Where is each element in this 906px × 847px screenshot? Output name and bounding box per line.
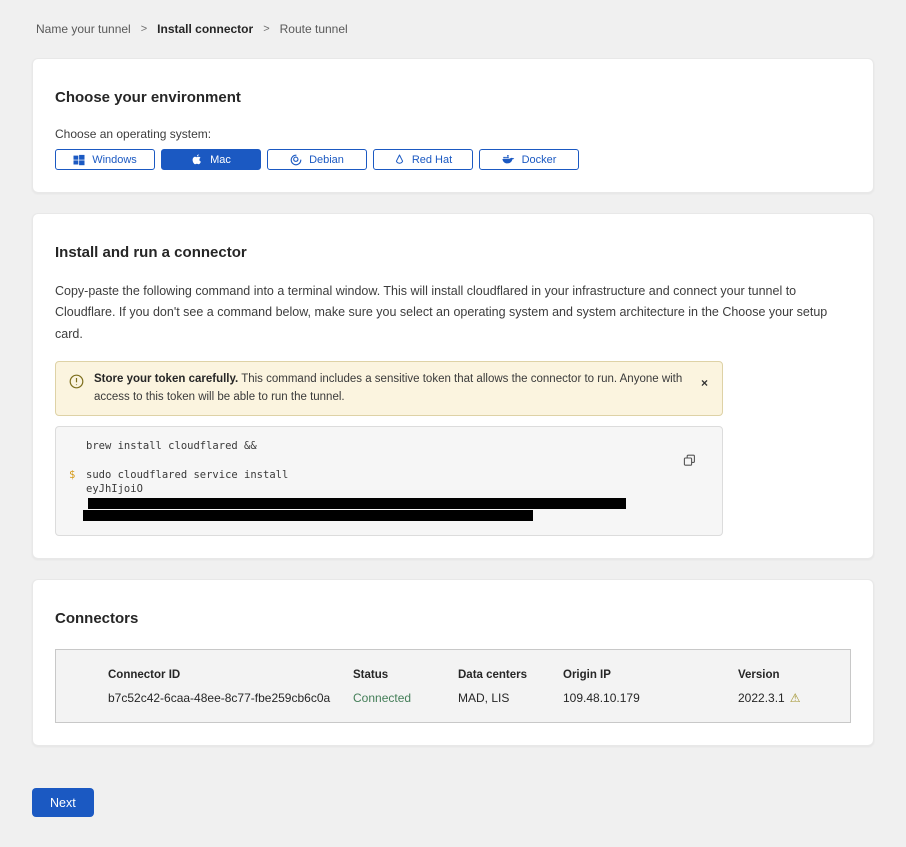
token-prefix-text: eyJhIjoiO: [86, 483, 143, 495]
close-icon[interactable]: ×: [699, 377, 710, 389]
code-line-sudo: $ sudo cloudflared service install: [69, 468, 682, 482]
version-text: 2022.3.1: [738, 691, 785, 705]
header-data-centers: Data centers: [458, 669, 563, 681]
breadcrumb-route-tunnel[interactable]: Route tunnel: [280, 22, 348, 36]
status-badge: Connected: [353, 691, 458, 705]
install-connector-title: Install and run a connector: [55, 244, 851, 261]
os-button-docker[interactable]: Docker: [479, 149, 579, 170]
os-button-label: Red Hat: [412, 154, 452, 166]
os-button-redhat[interactable]: Red Hat: [373, 149, 473, 170]
breadcrumb-separator: >: [141, 23, 147, 35]
breadcrumb-name-your-tunnel[interactable]: Name your tunnel: [36, 22, 131, 36]
prompt-spacer: [69, 482, 86, 510]
code-line-brew: brew install cloudflared &&: [69, 439, 682, 453]
connectors-title: Connectors: [55, 610, 851, 627]
version-value: 2022.3.1 ⚠: [738, 691, 830, 705]
os-button-windows[interactable]: Windows: [55, 149, 155, 170]
choose-environment-title: Choose your environment: [55, 89, 851, 106]
breadcrumb-install-connector[interactable]: Install connector: [157, 22, 253, 36]
code-text-sudo: sudo cloudflared service install: [86, 468, 288, 482]
code-line-token: eyJhIjoiO: [69, 482, 682, 510]
connectors-table-header: Connector ID Status Data centers Origin …: [108, 669, 830, 681]
os-button-row: Windows Mac Debian: [55, 149, 851, 170]
connector-id-value: b7c52c42-6caa-48ee-8c77-fbe259cb6c0a: [108, 691, 353, 705]
code-text-brew: brew install cloudflared &&: [86, 439, 257, 453]
connectors-table: Connector ID Status Data centers Origin …: [55, 649, 851, 723]
choose-environment-card: Choose your environment Choose an operat…: [32, 58, 874, 193]
header-status: Status: [353, 669, 458, 681]
header-connector-id: Connector ID: [108, 669, 353, 681]
token-prefix: eyJhIjoiO: [86, 482, 682, 510]
header-version: Version: [738, 669, 830, 681]
os-button-mac[interactable]: Mac: [161, 149, 261, 170]
docker-logo-icon: [502, 154, 515, 165]
connectors-card: Connectors Connector ID Status Data cent…: [32, 579, 874, 746]
windows-logo-icon: [73, 154, 85, 166]
version-warning-icon: ⚠: [790, 691, 801, 705]
warning-circle-icon: [69, 374, 84, 394]
next-button[interactable]: Next: [32, 788, 94, 817]
breadcrumb: Name your tunnel > Install connector > R…: [36, 22, 874, 36]
code-line-token-2: [69, 510, 682, 521]
os-button-debian[interactable]: Debian: [267, 149, 367, 170]
install-connector-card: Install and run a connector Copy-paste t…: [32, 213, 874, 559]
os-label: Choose an operating system:: [55, 127, 851, 141]
origin-ip-value: 109.48.10.179: [563, 691, 738, 705]
prompt-spacer: [69, 439, 86, 453]
token-warning-text: Store your token carefully. This command…: [94, 371, 685, 407]
breadcrumb-separator: >: [263, 23, 269, 35]
apple-logo-icon: [191, 153, 203, 166]
install-description: Copy-paste the following command into a …: [55, 281, 851, 345]
data-centers-value: MAD, LIS: [458, 691, 563, 705]
code-blank-line: [69, 454, 682, 468]
os-button-label: Windows: [92, 154, 137, 166]
header-origin-ip: Origin IP: [563, 669, 738, 681]
token-redaction-bar: [83, 510, 533, 521]
shell-prompt: $: [69, 468, 86, 482]
table-row: b7c52c42-6caa-48ee-8c77-fbe259cb6c0a Con…: [108, 691, 830, 705]
copy-icon[interactable]: [683, 454, 696, 470]
os-button-label: Docker: [522, 154, 557, 166]
token-warning-title: Store your token carefully.: [94, 373, 238, 385]
os-button-label: Mac: [210, 154, 231, 166]
token-redaction-bar: [88, 498, 626, 509]
debian-logo-icon: [290, 154, 302, 166]
install-command-codeblock[interactable]: brew install cloudflared && $ sudo cloud…: [55, 426, 723, 536]
token-warning-alert: Store your token carefully. This command…: [55, 361, 723, 417]
redhat-logo-icon: [394, 154, 405, 166]
page: Name your tunnel > Install connector > R…: [0, 0, 906, 847]
os-button-label: Debian: [309, 154, 344, 166]
